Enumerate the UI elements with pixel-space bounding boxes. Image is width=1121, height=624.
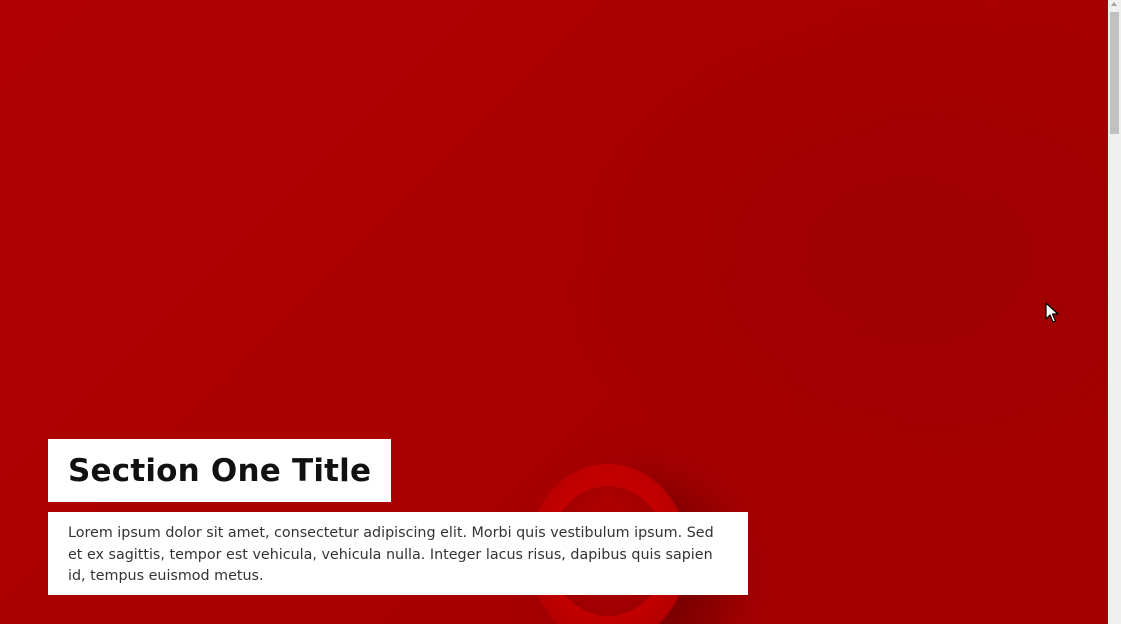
- section-title: Section One Title: [68, 452, 372, 489]
- scroll-up-arrow-icon[interactable]: [1111, 2, 1117, 6]
- section-title-box: Section One Title: [48, 439, 392, 502]
- section-text-box: Lorem ipsum dolor sit amet, consectetur …: [48, 512, 748, 595]
- vertical-scrollbar[interactable]: [1108, 0, 1121, 624]
- arrow-pointer-icon: [1045, 302, 1059, 323]
- scrollbar-thumb[interactable]: [1110, 12, 1119, 134]
- hero-section: Section One Title Lorem ipsum dolor sit …: [0, 0, 1108, 624]
- page: Section One Title Lorem ipsum dolor sit …: [0, 0, 1121, 624]
- section-body-text: Lorem ipsum dolor sit amet, consectetur …: [68, 525, 714, 584]
